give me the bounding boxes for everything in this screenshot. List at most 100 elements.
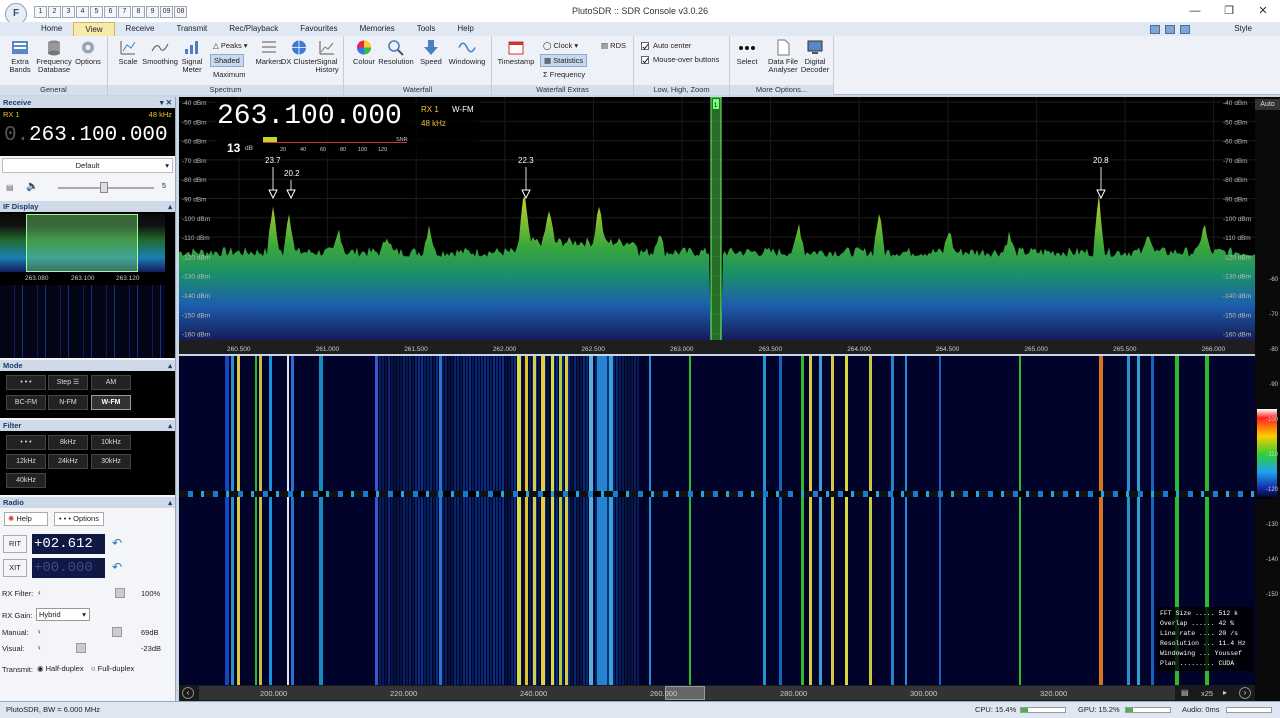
clock-dropdown[interactable]: ◯ Clock ▾ xyxy=(540,40,581,51)
mode-more-button[interactable]: • • • xyxy=(6,375,46,390)
filter-10khz-button[interactable]: 10kHz xyxy=(91,435,131,450)
zoom-selector[interactable]: x25 xyxy=(1201,689,1213,698)
speaker-icon[interactable]: 🔈 xyxy=(26,181,38,192)
signal-history-button[interactable]: Signal History xyxy=(308,39,346,74)
mode-step-button[interactable]: Step ☰ xyxy=(48,375,88,390)
close-icon[interactable]: ✕ xyxy=(1246,0,1280,22)
maximum-toggle[interactable]: Maximum xyxy=(210,69,249,80)
tab-transmit[interactable]: Transmit xyxy=(165,22,218,36)
mode-header[interactable]: Mode ▴ xyxy=(0,360,175,371)
options-button[interactable]: Options xyxy=(68,39,108,66)
auto-center-checkbox[interactable]: Auto center xyxy=(638,40,694,51)
tab-rec-playback[interactable]: Rec/Playback xyxy=(218,22,289,36)
waterfall-signal xyxy=(589,356,593,685)
chevron-down-icon[interactable]: ▾ ✕ xyxy=(160,97,172,108)
tab-view[interactable]: View xyxy=(73,22,115,36)
if-display-header[interactable]: IF Display ▴ xyxy=(0,201,175,212)
filter-header[interactable]: Filter ▴ xyxy=(0,420,175,431)
chevron-left-icon[interactable]: ‹ xyxy=(38,643,41,652)
receive-frequency[interactable]: 263.100.000 xyxy=(29,124,168,147)
data-file-analyser-button[interactable]: Data File Analyser xyxy=(764,39,802,74)
peaks-dropdown[interactable]: △ Peaks ▾ xyxy=(210,40,251,51)
preset-select[interactable]: Default ▾ xyxy=(2,158,173,173)
filter-12khz-button[interactable]: 12kHz xyxy=(6,454,46,469)
options-button[interactable]: • • • Options xyxy=(54,512,104,526)
peak-marker[interactable] xyxy=(521,189,531,200)
chevron-left-icon[interactable]: ‹ xyxy=(38,627,41,636)
filter-24khz-button[interactable]: 24kHz xyxy=(48,454,88,469)
tab-home[interactable]: Home xyxy=(30,22,73,36)
receive-header[interactable]: Receive ▾ ✕ xyxy=(0,97,175,108)
spectrum-frequency[interactable]: 263.100.000 xyxy=(217,101,402,132)
waterfall-noise xyxy=(574,356,576,685)
volume-slider[interactable] xyxy=(100,182,108,193)
manual-slider[interactable] xyxy=(112,627,122,637)
shaded-toggle[interactable]: Shaded xyxy=(210,54,244,67)
layout-icon[interactable] xyxy=(1165,25,1175,34)
tab-favourites[interactable]: Favourites xyxy=(289,22,348,36)
rds-toggle[interactable]: ▤ RDS xyxy=(598,40,629,51)
rit-value[interactable]: +02.612 xyxy=(32,534,105,554)
auto-scale-button[interactable]: Auto xyxy=(1255,99,1280,110)
resolution-button[interactable]: Resolution xyxy=(376,39,416,66)
tab-help[interactable]: Help xyxy=(446,22,484,36)
frequency-toggle[interactable]: Σ Frequency xyxy=(540,69,588,80)
spectrum-display[interactable]: 1 23.7 20.2 22.3 20.8 -40 dBm -40 dBm -50 dBm… xyxy=(179,96,1255,354)
mode-am-button[interactable]: AM xyxy=(91,375,131,390)
mode-wfm-button[interactable]: W-FM xyxy=(91,395,131,410)
rx-label: RX 1 xyxy=(3,110,20,119)
tab-tools[interactable]: Tools xyxy=(406,22,447,36)
scroll-left-icon[interactable]: ‹ xyxy=(182,687,194,699)
style-menu[interactable]: Style xyxy=(1234,24,1252,33)
restore-icon[interactable]: ❐ xyxy=(1212,0,1246,22)
full-duplex-radio[interactable]: ○ Full-duplex xyxy=(91,664,134,673)
signal-meter-button[interactable]: Signal Meter xyxy=(173,39,211,74)
timestamp-button[interactable]: Timestamp xyxy=(494,39,538,66)
chevron-up-icon[interactable]: ▴ xyxy=(168,420,172,431)
chevron-left-icon[interactable]: ‹ xyxy=(38,588,41,597)
radio-header[interactable]: Radio ▴ xyxy=(0,497,175,508)
mouse-over-checkbox[interactable]: Mouse-over buttons xyxy=(638,54,722,65)
chevron-up-icon[interactable]: ▴ xyxy=(168,360,172,371)
statistics-toggle[interactable]: ▦ Statistics xyxy=(540,54,588,67)
rit-toggle[interactable]: RIT xyxy=(3,535,27,553)
xit-value[interactable]: +00.000 xyxy=(32,558,105,578)
waterfall-signal xyxy=(819,356,822,685)
help-button[interactable]: ✺ Help xyxy=(4,512,48,526)
waterfall-display[interactable]: FFT Size ..... 512 k Overlap ...... 42 %… xyxy=(179,356,1255,685)
undo-icon[interactable]: ↶ xyxy=(112,536,122,550)
filter-40khz-button[interactable]: 40kHz xyxy=(6,473,46,488)
select-button[interactable]: Select xyxy=(730,39,764,66)
digital-decoder-button[interactable]: Digital Decoder xyxy=(798,39,832,74)
layout-icon[interactable] xyxy=(1180,25,1190,34)
peak-marker[interactable] xyxy=(286,189,296,200)
mode-panel: • • • Step ☰ AM BC-FM N-FM W-FM xyxy=(0,371,175,418)
undo-icon[interactable]: ↶ xyxy=(112,560,122,574)
mode-nfm-button[interactable]: N-FM xyxy=(48,395,88,410)
film-icon[interactable]: ▤ xyxy=(1181,688,1189,697)
half-duplex-radio[interactable]: ◉ Half-duplex xyxy=(37,664,84,673)
visual-slider[interactable] xyxy=(76,643,86,653)
chevron-up-icon[interactable]: ▴ xyxy=(168,201,172,212)
peak-marker[interactable] xyxy=(1096,189,1106,200)
rx-gain-select[interactable]: Hybrid ▾ xyxy=(36,608,90,621)
filter-8khz-button[interactable]: 8kHz xyxy=(48,435,88,450)
peak-marker[interactable] xyxy=(268,189,278,200)
scroll-right-icon[interactable]: › xyxy=(1239,687,1251,699)
filter-more-button[interactable]: • • • xyxy=(6,435,46,450)
windowing-button[interactable]: Windowing xyxy=(444,39,490,66)
play-icon[interactable]: ▸ xyxy=(1223,688,1227,697)
tab-memories[interactable]: Memories xyxy=(349,22,406,36)
spectrum-readout: 263.100.000 RX 1 W-FM 48 kHz 13 dB SNR 2… xyxy=(215,101,479,157)
chevron-up-icon[interactable]: ▴ xyxy=(168,497,172,508)
rx-passband-marker[interactable] xyxy=(710,96,722,342)
tab-receive[interactable]: Receive xyxy=(115,22,166,36)
filter-30khz-button[interactable]: 30kHz xyxy=(91,454,131,469)
minimize-icon[interactable]: — xyxy=(1178,0,1212,22)
xit-toggle[interactable]: XIT xyxy=(3,559,27,577)
if-passband[interactable] xyxy=(26,214,138,272)
layout-icon[interactable] xyxy=(1150,25,1160,34)
timeline-tick: 220.000 xyxy=(390,689,418,698)
mode-bcfm-button[interactable]: BC-FM xyxy=(6,395,46,410)
rx-filter-slider[interactable] xyxy=(115,588,125,598)
